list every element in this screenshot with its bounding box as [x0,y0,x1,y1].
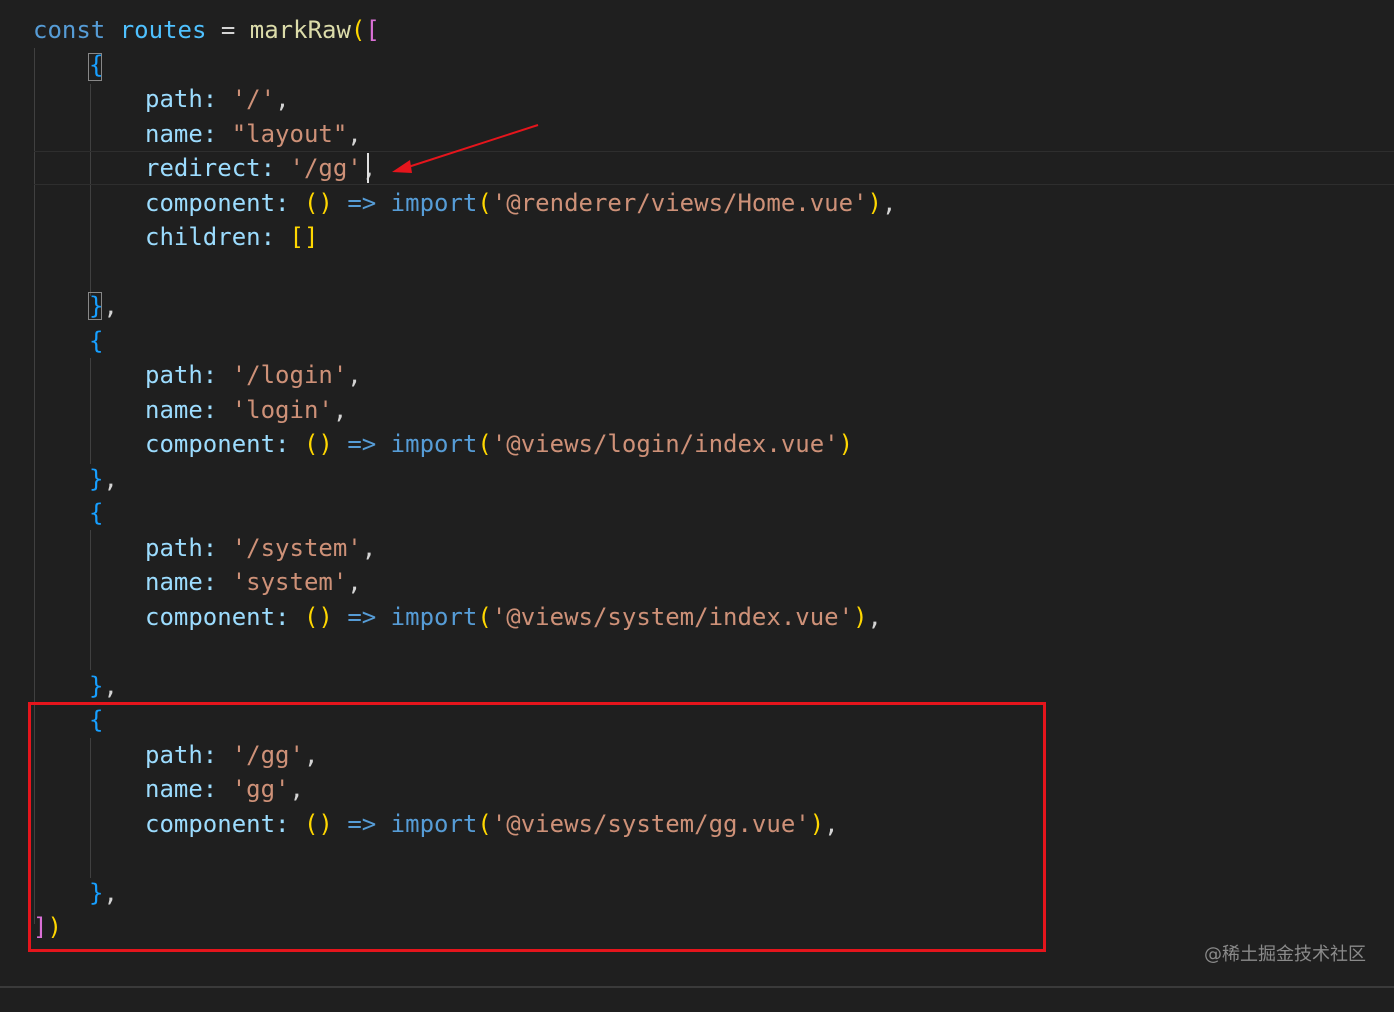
code-line[interactable]: path: '/system', [0,531,376,565]
property-key: path: [145,85,218,113]
string-value: 'login' [231,396,333,424]
arrow-params: () [303,603,333,631]
keyword-import: import [390,189,478,217]
comma: , [347,361,362,389]
comma: , [347,120,362,148]
code-line[interactable]: path: '/login', [0,358,362,392]
comma: , [103,465,118,493]
paren-open: ( [477,603,492,631]
paren-close: ) [853,603,868,631]
indent-guide [90,84,91,296]
arrow-params: () [303,430,333,458]
arrow-operator: => [347,430,377,458]
indent-guide [90,530,91,670]
code-line[interactable]: component: () => import('@renderer/views… [0,186,896,220]
property-key: children: [145,223,276,251]
code-line[interactable]: { [0,496,103,530]
comma: , [881,189,897,217]
variable-routes: routes [119,16,207,44]
string-value: '/gg' [289,154,362,182]
comma: , [103,292,118,320]
brace-close: } [89,292,104,320]
comma: , [275,85,290,113]
brace-open: { [89,327,104,355]
property-key: redirect: [145,154,276,182]
paren-open: ( [477,189,492,217]
code-line[interactable]: component: () => import('@views/login/in… [0,427,853,461]
code-line[interactable]: redirect: '/gg', [0,151,376,185]
code-line[interactable]: const routes = markRaw([ [0,13,380,47]
property-key: component: [145,603,290,631]
horizontal-scrollbar[interactable] [0,986,1394,988]
string-value: 'system' [231,568,348,596]
code-line[interactable]: path: '/', [0,82,290,116]
comma: , [347,568,362,596]
property-key: name: [145,396,218,424]
paren-close: ) [867,189,882,217]
keyword-import: import [390,430,478,458]
property-key: component: [145,430,290,458]
arrow-operator: => [347,603,377,631]
brace-open: { [89,51,104,79]
string-value: '/login' [231,361,348,389]
function-markraw: markRaw [249,16,351,44]
paren-open: ( [350,16,366,44]
code-line[interactable]: name: 'system', [0,565,362,599]
string-value: "layout" [231,120,348,148]
code-line[interactable]: children: [] [0,220,318,254]
arrow-operator: => [347,189,377,217]
keyword-import: import [390,603,478,631]
property-key: path: [145,534,218,562]
annotation-highlight-box [28,702,1046,952]
watermark: @稀土掘金技术社区 [1204,944,1366,965]
property-key: name: [145,120,218,148]
brace-open: { [89,499,104,527]
arrow-params: () [303,189,333,217]
brace-close: } [89,672,104,700]
operator-assign: = [206,16,250,44]
string-value: '@views/login/index.vue' [491,430,839,458]
property-key: component: [145,189,290,217]
paren-open: ( [477,430,492,458]
property-key: path: [145,361,218,389]
code-line[interactable]: component: () => import('@views/system/i… [0,600,882,634]
property-key: name: [145,568,218,596]
code-line[interactable]: }, [0,462,118,496]
code-line[interactable]: { [0,324,103,358]
brace-close: } [89,465,104,493]
empty-array: [] [289,223,319,251]
comma: , [361,534,377,562]
string-value: '/' [231,85,276,113]
text-cursor [367,153,369,183]
annotation-arrow-icon [392,124,539,173]
string-value: '@views/system/index.vue' [491,603,854,631]
comma: , [103,672,118,700]
keyword-const: const [33,16,106,44]
string-value: '/system' [231,534,362,562]
code-line[interactable]: }, [0,289,118,323]
code-line[interactable]: name: 'login', [0,393,347,427]
string-value: '@renderer/views/Home.vue' [491,189,868,217]
code-line[interactable]: name: "layout", [0,117,362,151]
paren-close: ) [838,430,854,458]
comma: , [332,396,348,424]
bracket-open: [ [365,16,380,44]
comma: , [867,603,882,631]
code-line[interactable]: }, [0,669,118,703]
code-line[interactable]: { [0,48,103,82]
indent-guide [90,358,91,464]
